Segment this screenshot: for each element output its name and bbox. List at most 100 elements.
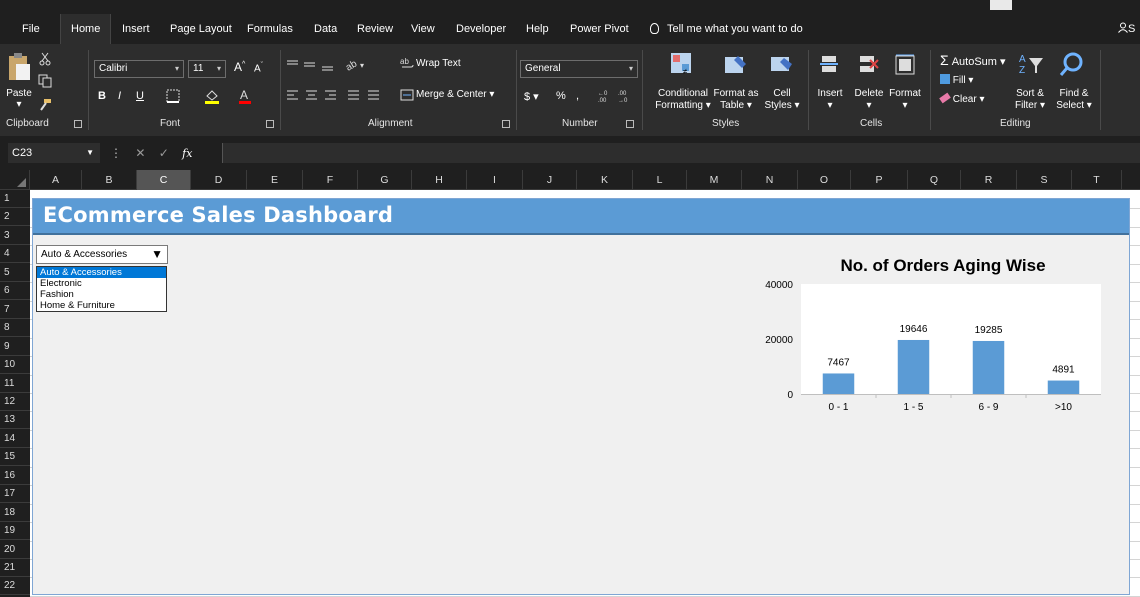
- list-item[interactable]: Fashion: [37, 289, 166, 300]
- tab-help[interactable]: Help: [526, 14, 549, 44]
- font-size-combo[interactable]: 11 ▾: [188, 60, 226, 78]
- increase-decimal-icon[interactable]: ←0.00.00 →0: [598, 88, 634, 107]
- row-header-13[interactable]: 13: [0, 411, 30, 429]
- cut-icon[interactable]: [38, 52, 52, 69]
- column-header-g[interactable]: G: [358, 170, 412, 190]
- column-header-a[interactable]: A: [30, 170, 82, 190]
- conditional-formatting-button[interactable]: Conditional Formatting ▾: [654, 88, 712, 112]
- fill-button[interactable]: Fill ▾: [940, 74, 973, 86]
- increase-font-icon[interactable]: A^: [234, 60, 245, 74]
- column-header-o[interactable]: O: [798, 170, 851, 190]
- cell-styles-button[interactable]: Cell Styles ▾: [762, 88, 802, 112]
- insert-cells-button[interactable]: Insert ▾: [814, 88, 846, 112]
- dropdown-arrow-icon[interactable]: ▼: [151, 246, 163, 263]
- format-cells-icon[interactable]: [894, 54, 916, 79]
- paste-icon[interactable]: [6, 52, 32, 87]
- tab-data[interactable]: Data: [314, 14, 337, 44]
- column-header-k[interactable]: K: [577, 170, 633, 190]
- wrap-text-icon[interactable]: ab: [400, 56, 414, 73]
- column-header-b[interactable]: B: [82, 170, 137, 190]
- tab-power-pivot[interactable]: Power Pivot: [570, 14, 629, 44]
- column-header-n[interactable]: N: [742, 170, 798, 190]
- currency-button[interactable]: $ ▾: [524, 90, 539, 103]
- autosum-button[interactable]: Σ AutoSum ▾: [940, 52, 1006, 68]
- column-header-p[interactable]: P: [851, 170, 908, 190]
- borders-icon[interactable]: [166, 89, 180, 106]
- column-header-j[interactable]: J: [523, 170, 577, 190]
- row-header-18[interactable]: 18: [0, 504, 30, 522]
- row-header-6[interactable]: 6: [0, 282, 30, 300]
- copy-icon[interactable]: [38, 74, 54, 91]
- align-top-icon[interactable]: [286, 58, 336, 75]
- merge-center-icon[interactable]: [400, 89, 414, 104]
- list-item[interactable]: Home & Furniture: [37, 300, 166, 311]
- orders-aging-chart[interactable]: No. of Orders Aging Wise 0 20000 40000 7467…: [743, 249, 1113, 419]
- row-header-10[interactable]: 10: [0, 356, 30, 374]
- worksheet-grid[interactable]: ECommerce Sales Dashboard Auto & Accesso…: [30, 190, 1140, 597]
- tab-review[interactable]: Review: [357, 14, 393, 44]
- column-header-d[interactable]: D: [191, 170, 247, 190]
- row-header-16[interactable]: 16: [0, 467, 30, 485]
- row-header-14[interactable]: 14: [0, 430, 30, 448]
- conditional-formatting-icon[interactable]: ≠: [670, 52, 694, 79]
- font-name-combo[interactable]: Calibri ▾: [94, 60, 184, 78]
- percent-button[interactable]: %: [556, 90, 566, 102]
- alignment-launcher[interactable]: [502, 120, 510, 128]
- row-header-19[interactable]: 19: [0, 522, 30, 540]
- delete-cells-button[interactable]: Delete ▾: [852, 88, 886, 112]
- name-box[interactable]: C23 ▼: [8, 143, 100, 163]
- clear-button[interactable]: Clear ▾: [939, 92, 985, 105]
- formula-input[interactable]: [222, 143, 1140, 163]
- number-launcher[interactable]: [626, 120, 634, 128]
- underline-button[interactable]: U: [136, 90, 144, 102]
- tab-formulas[interactable]: Formulas: [247, 14, 293, 44]
- row-header-17[interactable]: 17: [0, 485, 30, 503]
- column-header-s[interactable]: S: [1017, 170, 1072, 190]
- column-header-r[interactable]: R: [961, 170, 1017, 190]
- font-color-icon[interactable]: A: [238, 88, 252, 107]
- insert-function-icon[interactable]: fx: [182, 147, 192, 160]
- italic-button[interactable]: I: [118, 90, 121, 102]
- sort-filter-button[interactable]: Sort & Filter ▾: [1010, 88, 1050, 112]
- column-header-l[interactable]: L: [633, 170, 687, 190]
- merge-center-button[interactable]: Merge & Center ▾: [416, 89, 494, 100]
- row-header-21[interactable]: 21: [0, 559, 30, 577]
- tab-page-layout[interactable]: Page Layout: [170, 14, 232, 44]
- row-header-11[interactable]: 11: [0, 375, 30, 393]
- column-header-c[interactable]: C: [137, 170, 191, 190]
- sort-filter-icon[interactable]: AZ: [1018, 52, 1044, 79]
- column-header-m[interactable]: M: [687, 170, 742, 190]
- tell-me-search[interactable]: Tell me what you want to do: [650, 14, 803, 44]
- paste-button[interactable]: Paste ▾: [6, 88, 32, 110]
- bold-button[interactable]: B: [98, 90, 106, 102]
- orientation-icon[interactable]: ab ▾: [344, 56, 368, 75]
- find-select-button[interactable]: Find & Select ▾: [1052, 88, 1096, 112]
- number-format-combo[interactable]: General ▾: [520, 60, 638, 78]
- select-all-button[interactable]: [0, 170, 30, 190]
- format-as-table-icon[interactable]: [724, 54, 748, 79]
- row-header-3[interactable]: 3: [0, 227, 30, 245]
- tab-file[interactable]: File: [22, 14, 40, 44]
- enter-icon[interactable]: ✓: [159, 146, 169, 160]
- category-dropdown-list[interactable]: Auto & Accessories Electronic Fashion Ho…: [36, 266, 167, 312]
- font-launcher[interactable]: [266, 120, 274, 128]
- tab-view[interactable]: View: [411, 14, 435, 44]
- column-header-q[interactable]: Q: [908, 170, 961, 190]
- align-left-icon[interactable]: [286, 88, 386, 105]
- row-header-15[interactable]: 15: [0, 448, 30, 466]
- row-header-2[interactable]: 2: [0, 208, 30, 226]
- category-dropdown[interactable]: Auto & Accessories ▼: [36, 245, 168, 264]
- column-header-e[interactable]: E: [247, 170, 303, 190]
- tab-home[interactable]: Home: [60, 14, 112, 44]
- cancel-icon[interactable]: ✕: [135, 146, 145, 160]
- fill-color-icon[interactable]: [204, 88, 220, 107]
- tab-insert[interactable]: Insert: [122, 14, 150, 44]
- row-header-20[interactable]: 20: [0, 541, 30, 559]
- decrease-font-icon[interactable]: Aˇ: [254, 62, 263, 74]
- format-painter-icon[interactable]: [38, 98, 52, 115]
- row-header-8[interactable]: 8: [0, 319, 30, 337]
- insert-cells-icon[interactable]: [820, 54, 840, 79]
- format-cells-button[interactable]: Format ▾: [888, 88, 922, 112]
- row-header-5[interactable]: 5: [0, 264, 30, 282]
- column-header-h[interactable]: H: [412, 170, 467, 190]
